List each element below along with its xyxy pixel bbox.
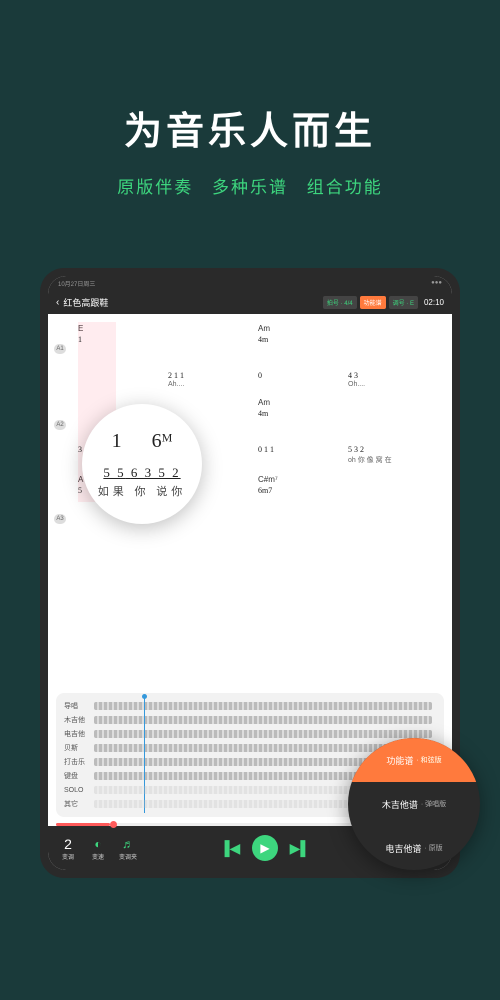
hero-title: 为音乐人而生 [20, 100, 480, 155]
track-label[interactable]: 导唱 [64, 701, 94, 711]
lyric: Oh.... [348, 381, 438, 388]
track-label[interactable]: 电吉他 [64, 729, 94, 739]
hero-subtitle: 原版伴奏 多种乐谱 组合功能 [20, 173, 480, 198]
skip-back-icon: ▐◀ [220, 840, 241, 856]
track-label[interactable]: 打击乐 [64, 757, 94, 767]
playhead[interactable] [144, 697, 145, 813]
skip-forward-icon: ▶▌ [290, 840, 311, 856]
prev-button[interactable]: ▐◀ [218, 840, 242, 856]
bar-label: 4m [258, 409, 348, 418]
tablet-frame: 10月27日周三 ●●● ‹ 红色高跟鞋 拍号 · 4/4 功能谱 调号 · E… [40, 268, 460, 878]
score-option[interactable]: 木吉他谱· 弹唱版 [348, 782, 480, 826]
score-type-badge[interactable]: 功能谱 [360, 296, 386, 309]
track-label[interactable]: 木吉他 [64, 715, 94, 725]
song-title: 红色高跟鞋 [63, 296, 323, 309]
track-label[interactable]: 其它 [64, 799, 94, 809]
bar-label: 6m7 [258, 486, 348, 495]
play-button[interactable]: ▶ [252, 835, 278, 861]
capo-control[interactable]: ♬ 变调夹 [116, 836, 140, 861]
duration: 02:10 [424, 298, 444, 307]
section-marker: A3 [54, 514, 66, 524]
next-button[interactable]: ▶▌ [288, 840, 312, 856]
magnifier-lens: 1 6ᴹ 5 5 6 3 5 2 如果 你 说你 [82, 404, 202, 524]
section-marker: A1 [54, 344, 66, 354]
bar-label: 4m [258, 335, 348, 344]
track-label[interactable]: SOLO [64, 787, 94, 794]
capo-icon: ♬ [122, 836, 134, 852]
tempo-control[interactable]: ◐ 变速 [86, 836, 110, 861]
time-signature-badge[interactable]: 拍号 · 4/4 [323, 296, 357, 309]
track-label[interactable]: 贝斯 [64, 743, 94, 753]
gauge-icon: ◐ [94, 836, 101, 852]
transpose-control[interactable]: 2 变调 [56, 836, 80, 861]
chord-label: Am [258, 398, 348, 407]
section-marker: A2 [54, 420, 66, 430]
chord-label: C#m⁷ [258, 475, 348, 484]
play-icon: ▶ [260, 841, 269, 855]
app-topbar: ‹ 红色高跟鞋 拍号 · 4/4 功能谱 调号 · E 02:10 [48, 290, 452, 314]
score-select-popup: 功能谱· 和弦版 木吉他谱· 弹唱版 电吉他谱· 原版 [348, 738, 480, 870]
status-bar: 10月27日周三 ●●● [48, 276, 452, 290]
sheet-area[interactable]: E Am A1 1 4m 2 1 1 0 4 3 Ah.... [48, 314, 452, 689]
back-button[interactable]: ‹ [56, 297, 59, 308]
lyric: Ah.... [168, 381, 258, 388]
key-badge[interactable]: 调号 · E [389, 296, 418, 309]
notation-cell: 1 [78, 335, 168, 344]
chord-label: Am [258, 324, 348, 333]
track-label[interactable]: 键盘 [64, 771, 94, 781]
lyric: oh 你 像 窝 在 [348, 455, 438, 465]
